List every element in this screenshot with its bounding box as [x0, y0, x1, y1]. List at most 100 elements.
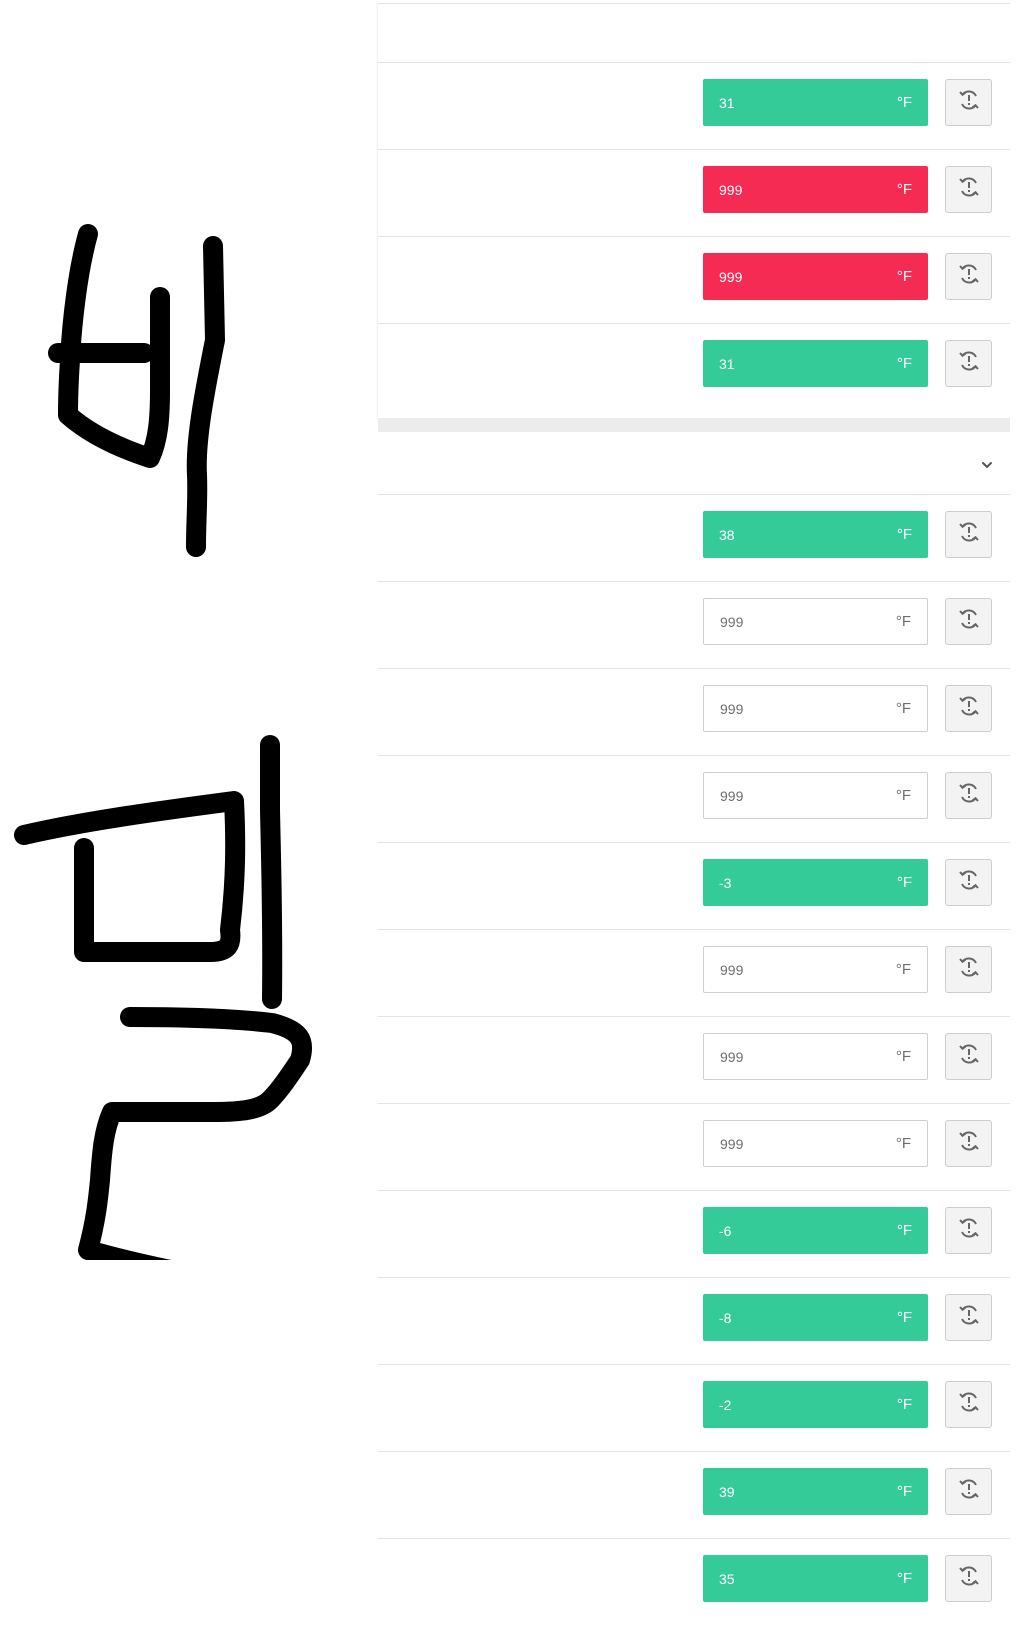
- unit-label: °F: [895, 1135, 911, 1152]
- reset-button[interactable]: [945, 166, 992, 213]
- threshold-row: 999 °F: [378, 929, 1010, 1016]
- temperature-input[interactable]: 999 °F: [703, 946, 928, 993]
- reset-button[interactable]: [945, 1555, 992, 1602]
- threshold-row: -8 °F: [378, 1277, 1010, 1364]
- temperature-input[interactable]: 31 °F: [703, 340, 928, 387]
- reset-button[interactable]: [945, 1120, 992, 1167]
- reset-button[interactable]: [945, 598, 992, 645]
- temperature-input[interactable]: -8 °F: [703, 1294, 928, 1341]
- temperature-value: 999: [719, 268, 743, 285]
- reset-button[interactable]: [945, 1033, 992, 1080]
- temperature-input[interactable]: 999 °F: [703, 166, 928, 213]
- threshold-row: 999 °F: [378, 755, 1010, 842]
- temperature-input[interactable]: -6 °F: [703, 1207, 928, 1254]
- unit-label: °F: [896, 1222, 912, 1239]
- reset-button[interactable]: [945, 772, 992, 819]
- reset-warning-icon: [957, 1216, 981, 1245]
- threshold-row: 999 °F: [378, 581, 1010, 668]
- unit-label: °F: [895, 1048, 911, 1065]
- temperature-input[interactable]: 999 °F: [703, 685, 928, 732]
- reset-warning-icon: [957, 349, 981, 378]
- temperature-input[interactable]: 999 °F: [703, 1120, 928, 1167]
- reset-warning-icon: [957, 520, 981, 549]
- reset-button[interactable]: [945, 1207, 992, 1254]
- unit-label: °F: [896, 94, 912, 111]
- temperature-value: 31: [719, 94, 735, 111]
- threshold-row: 38 °F: [378, 494, 1010, 581]
- temperature-value: 999: [720, 1135, 744, 1152]
- reset-button[interactable]: [945, 685, 992, 732]
- reset-warning-icon: [957, 1564, 981, 1593]
- reset-button[interactable]: [945, 79, 992, 126]
- chevron-down-icon[interactable]: [980, 458, 994, 472]
- temperature-input[interactable]: 39 °F: [703, 1468, 928, 1515]
- handwritten-drawing: [14, 224, 313, 1260]
- temperature-value: -2: [719, 1396, 732, 1413]
- temperature-value: -8: [719, 1309, 732, 1326]
- panel-separator: [378, 418, 1010, 432]
- temperature-value: 999: [720, 1048, 744, 1065]
- unit-label: °F: [896, 1483, 912, 1500]
- threshold-row: 999 °F: [378, 149, 1010, 236]
- temperature-value: 38: [719, 526, 735, 543]
- reset-button[interactable]: [945, 859, 992, 906]
- unit-label: °F: [896, 526, 912, 543]
- reset-warning-icon: [957, 88, 981, 117]
- reset-warning-icon: [957, 262, 981, 291]
- threshold-row: 31 °F: [378, 323, 1010, 410]
- temperature-input[interactable]: 31 °F: [703, 79, 928, 126]
- scrollbar-track[interactable]: [1010, 0, 1024, 1628]
- temperature-input[interactable]: -2 °F: [703, 1381, 928, 1428]
- temperature-value: 35: [719, 1570, 735, 1587]
- unit-label: °F: [896, 1309, 912, 1326]
- reset-button[interactable]: [945, 1381, 992, 1428]
- threshold-row: 999 °F: [378, 668, 1010, 755]
- temperature-value: -3: [719, 874, 732, 891]
- threshold-row: -6 °F: [378, 1190, 1010, 1277]
- reset-button[interactable]: [945, 340, 992, 387]
- reset-warning-icon: [957, 955, 981, 984]
- temperature-input[interactable]: 999 °F: [703, 253, 928, 300]
- reset-button[interactable]: [945, 1468, 992, 1515]
- temperature-value: 999: [720, 787, 744, 804]
- threshold-row: -2 °F: [378, 1364, 1010, 1451]
- temperature-input[interactable]: 35 °F: [703, 1555, 928, 1602]
- reset-warning-icon: [957, 781, 981, 810]
- reset-warning-icon: [957, 868, 981, 897]
- row-divider: [378, 3, 1010, 4]
- unit-label: °F: [896, 268, 912, 285]
- reset-button[interactable]: [945, 253, 992, 300]
- temperature-input[interactable]: 999 °F: [703, 772, 928, 819]
- unit-label: °F: [896, 355, 912, 372]
- reset-warning-icon: [957, 1129, 981, 1158]
- unit-label: °F: [896, 1396, 912, 1413]
- reset-button[interactable]: [945, 1294, 992, 1341]
- threshold-row: 999 °F: [378, 1103, 1010, 1190]
- temperature-value: -6: [719, 1222, 732, 1239]
- temperature-value: 39: [719, 1483, 735, 1500]
- temperature-input[interactable]: 999 °F: [703, 598, 928, 645]
- unit-label: °F: [895, 700, 911, 717]
- temperature-input[interactable]: 999 °F: [703, 1033, 928, 1080]
- threshold-row: 35 °F: [378, 1538, 1010, 1625]
- temperature-value: 31: [719, 355, 735, 372]
- reset-warning-icon: [957, 1303, 981, 1332]
- temperature-value: 999: [720, 613, 744, 630]
- reset-button[interactable]: [945, 511, 992, 558]
- reset-warning-icon: [957, 694, 981, 723]
- unit-label: °F: [895, 961, 911, 978]
- threshold-row: 999 °F: [378, 236, 1010, 323]
- unit-label: °F: [895, 787, 911, 804]
- temperature-value: 999: [720, 961, 744, 978]
- reset-warning-icon: [957, 607, 981, 636]
- unit-label: °F: [895, 613, 911, 630]
- unit-label: °F: [896, 1570, 912, 1587]
- threshold-row: -3 °F: [378, 842, 1010, 929]
- reset-warning-icon: [957, 1477, 981, 1506]
- threshold-row: 31 °F: [378, 62, 1010, 149]
- reset-button[interactable]: [945, 946, 992, 993]
- unit-label: °F: [896, 181, 912, 198]
- reset-warning-icon: [957, 175, 981, 204]
- temperature-input[interactable]: 38 °F: [703, 511, 928, 558]
- temperature-input[interactable]: -3 °F: [703, 859, 928, 906]
